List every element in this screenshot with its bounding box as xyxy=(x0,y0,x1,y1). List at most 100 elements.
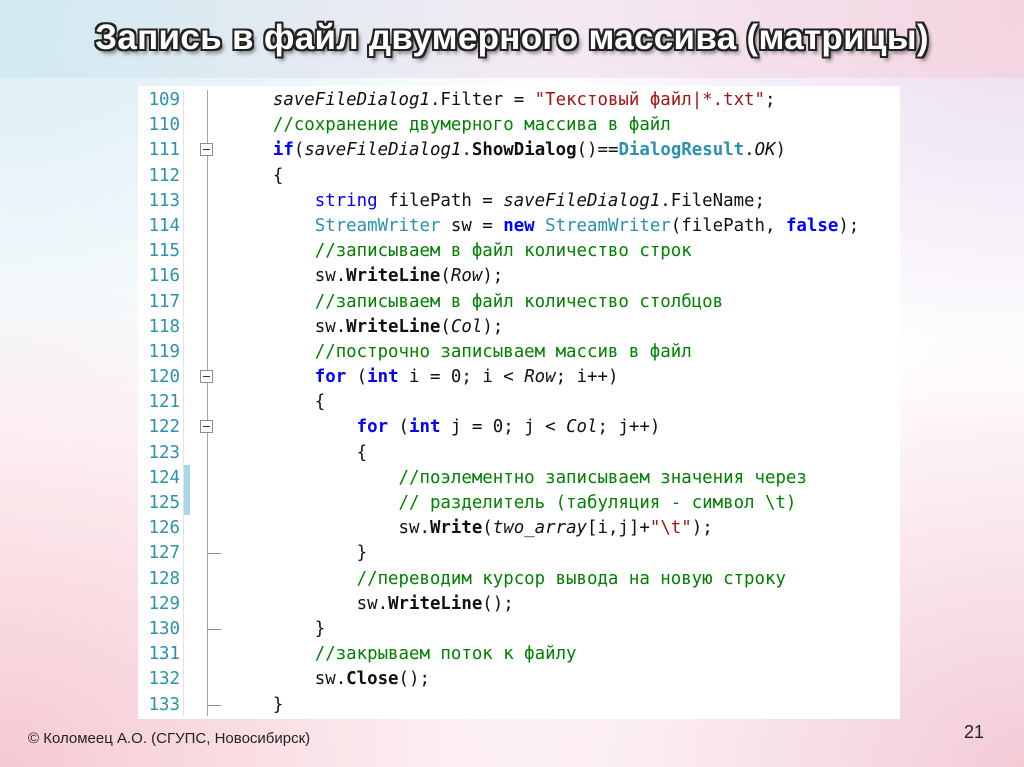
line-number: 124 xyxy=(148,467,180,488)
code-token: ( xyxy=(440,266,451,287)
line-number: 126 xyxy=(148,518,180,539)
code-text: //записываем в файл количество строк xyxy=(231,239,692,264)
code-token: DialogResult xyxy=(618,140,745,161)
code-token: sw. xyxy=(231,266,347,287)
line-number: 112 xyxy=(148,165,180,186)
code-token: .Filter = xyxy=(429,90,535,110)
code-token: ( xyxy=(388,417,410,438)
collapse-icon[interactable] xyxy=(200,370,213,384)
code-token: sw = xyxy=(440,215,504,236)
collapse-icon[interactable] xyxy=(200,420,213,434)
outline-guide-line xyxy=(207,90,208,716)
code-token: ); xyxy=(691,518,713,539)
gutter-separator xyxy=(183,90,184,716)
code-token: sw. xyxy=(231,316,347,337)
code-token: } xyxy=(231,694,284,715)
code-token: i = 0; i < xyxy=(398,367,525,388)
line-number: 127 xyxy=(148,543,180,564)
code-token: sw. xyxy=(231,593,389,614)
line-number: 114 xyxy=(148,215,180,236)
code-token: int xyxy=(367,367,399,388)
code-token: for xyxy=(356,417,389,438)
code-token: OK xyxy=(754,140,776,161)
code-token: new xyxy=(503,215,535,236)
code-text: { xyxy=(231,441,368,466)
code-token: false xyxy=(785,215,839,236)
code-token: saveFileDialog1 xyxy=(272,90,430,110)
code-token: "Текстовый файл|*.txt" xyxy=(534,90,765,110)
footer-copyright: © Коломеец А.О. (СГУПС, Новосибирск) xyxy=(28,730,311,747)
outline-end-marker xyxy=(207,553,221,555)
code-token: StreamWriter xyxy=(545,215,671,236)
code-token: ()== xyxy=(576,140,619,161)
code-text: { xyxy=(231,390,325,415)
code-token: .FileName; xyxy=(660,190,765,211)
code-text: sw.WriteLine(Col); xyxy=(231,315,504,340)
code-text: // разделитель (табуляция - символ \t) xyxy=(231,491,797,516)
code-token: //закрываем поток к файлу xyxy=(314,644,577,665)
line-number: 130 xyxy=(148,618,180,639)
code-token: //сохранение двумерного массива в файл xyxy=(272,115,671,136)
code-text: } xyxy=(231,693,283,718)
slide-title: Запись в файл двумерного массива (матриц… xyxy=(95,18,929,57)
code-token: { xyxy=(231,165,284,186)
code-token: WriteLine xyxy=(346,316,441,337)
code-token: saveFileDialog1 xyxy=(304,140,462,161)
code-token: StreamWriter xyxy=(314,215,441,236)
code-text: //сохранение двумерного массива в файл xyxy=(231,113,671,138)
code-text: StreamWriter sw = new StreamWriter(fileP… xyxy=(231,214,860,239)
code-text: //переводим курсор вывода на новую строк… xyxy=(231,567,786,592)
code-token: //поэлементно записываем значения через xyxy=(398,467,807,488)
code-token: "\t" xyxy=(649,518,692,539)
code-token: . xyxy=(461,140,472,161)
code-text: sw.Write(two_array[i,j]+"\t"); xyxy=(231,516,713,541)
code-text: //записываем в файл количество столбцов xyxy=(231,290,723,315)
code-token: } xyxy=(231,618,326,639)
code-text: if(saveFileDialog1.ShowDialog()==DialogR… xyxy=(231,138,786,163)
code-text: //построчно записываем массив в файл xyxy=(231,340,692,365)
code-text: sw.WriteLine(); xyxy=(231,592,514,617)
code-token: Col xyxy=(450,316,483,337)
collapse-icon[interactable] xyxy=(200,143,213,157)
change-marker-bar xyxy=(184,465,190,515)
code-token: ) xyxy=(775,140,787,161)
line-number: 128 xyxy=(148,568,180,589)
code-token: ( xyxy=(482,518,493,539)
line-number: 111 xyxy=(148,140,180,161)
code-token: Row xyxy=(524,367,556,388)
code-text: } xyxy=(231,541,368,566)
code-token: (); xyxy=(482,593,514,614)
outline-end-marker xyxy=(207,704,221,706)
code-token: j = 0; j < xyxy=(440,417,567,438)
line-number: 113 xyxy=(148,190,180,211)
code-text: for (int j = 0; j < Col; j++) xyxy=(231,415,661,440)
code-text: //закрываем поток к файлу xyxy=(231,642,577,667)
code-token: ; i++) xyxy=(555,367,619,388)
code-token: [i,j]+ xyxy=(587,518,650,539)
code-token: . xyxy=(744,140,755,161)
page-number: 21 xyxy=(964,722,985,742)
code-token: //переводим курсор вывода на новую строк… xyxy=(356,568,786,589)
code-text: saveFileDialog1.Filter = "Текстовый файл… xyxy=(231,88,776,113)
code-token: // разделитель (табуляция - символ \t) xyxy=(398,493,797,513)
line-number: 133 xyxy=(148,694,180,715)
code-token: saveFileDialog1 xyxy=(503,190,661,211)
code-token: ( xyxy=(346,367,368,388)
code-token: if xyxy=(272,140,294,161)
line-number: 117 xyxy=(148,291,180,312)
code-token: Write xyxy=(429,518,483,539)
code-token: string xyxy=(314,190,378,211)
code-token: //записываем в файл количество столбцов xyxy=(314,291,724,312)
